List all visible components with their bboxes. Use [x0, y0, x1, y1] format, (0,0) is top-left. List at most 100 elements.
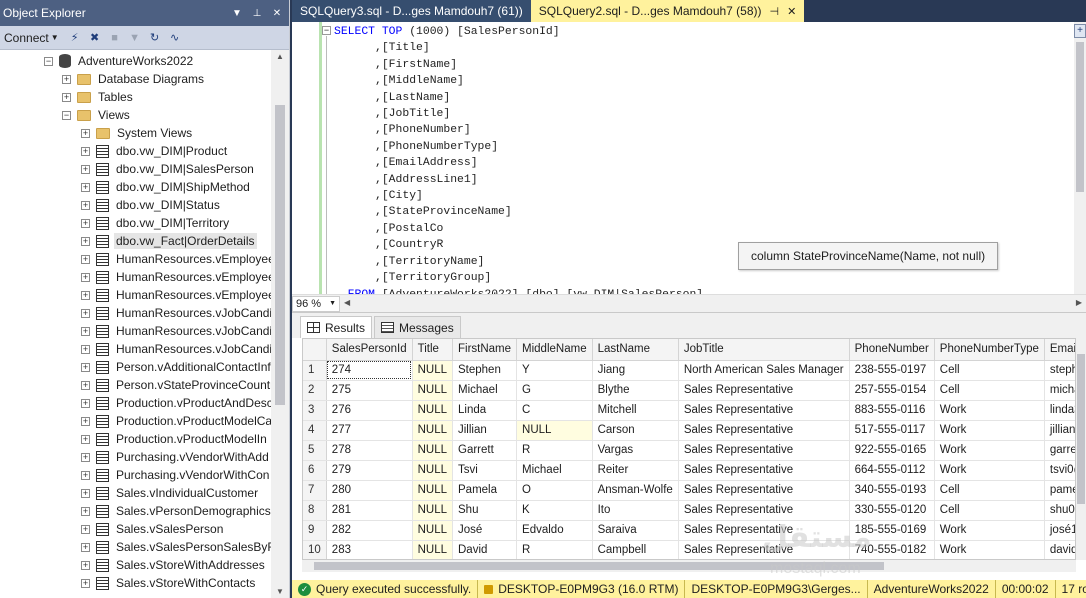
table-cell[interactable]: Work: [934, 440, 1045, 461]
collapse-icon[interactable]: −: [322, 26, 331, 35]
expand-icon[interactable]: +: [81, 380, 90, 390]
table-cell[interactable]: NULL: [412, 540, 454, 559]
column-header[interactable]: SalesPersonId: [326, 339, 413, 361]
expand-icon[interactable]: +: [81, 470, 90, 480]
table-cell[interactable]: Mitchell: [592, 400, 679, 421]
column-header[interactable]: [303, 339, 327, 361]
table-cell[interactable]: Garrett: [452, 440, 518, 461]
pin-icon[interactable]: ⊣: [770, 5, 780, 18]
tree-node[interactable]: + dbo.vw_DIM|ShipMethod: [81, 178, 252, 196]
table-cell[interactable]: Reiter: [592, 460, 679, 481]
table-cell[interactable]: Stephen: [452, 360, 518, 381]
table-cell[interactable]: Work: [934, 400, 1045, 421]
table-cell[interactable]: pamel: [1044, 480, 1075, 501]
expand-icon[interactable]: +: [81, 272, 90, 282]
table-row[interactable]: 10 283 NULL David R Campbell Sales Representat…: [303, 540, 1075, 559]
table-cell[interactable]: Work: [934, 520, 1045, 541]
table-cell[interactable]: NULL: [412, 460, 454, 481]
table-cell[interactable]: garret: [1044, 440, 1075, 461]
tree-node[interactable]: + Production.vProductAndDesc: [81, 394, 271, 412]
table-cell[interactable]: Shu: [452, 500, 518, 521]
table-cell[interactable]: Edvaldo: [516, 520, 593, 541]
tree-node[interactable]: + HumanResources.vJobCandic: [81, 340, 271, 358]
table-cell[interactable]: 185-555-0169: [849, 520, 935, 541]
table-cell[interactable]: Pamela: [452, 480, 518, 501]
stop-icon[interactable]: ■: [107, 30, 123, 46]
pin-icon[interactable]: ⊥: [249, 8, 265, 19]
expand-icon[interactable]: +: [81, 488, 90, 498]
row-number[interactable]: 3: [303, 400, 327, 421]
dropdown-icon[interactable]: ▼: [229, 8, 245, 19]
tree-node[interactable]: + HumanResources.vEmployee: [81, 250, 271, 268]
expand-icon[interactable]: +: [81, 398, 90, 408]
filter-icon[interactable]: ▼: [127, 30, 143, 46]
table-cell[interactable]: 517-555-0117: [849, 420, 935, 441]
tab-sqlquery2[interactable]: SQLQuery2.sql - D...ges Mamdouh7 (58)) ⊣…: [530, 0, 805, 22]
table-cell[interactable]: 274: [326, 360, 413, 381]
table-cell[interactable]: josé1@: [1044, 520, 1075, 541]
activity-monitor-icon[interactable]: ∿: [167, 30, 183, 46]
row-number[interactable]: 4: [303, 420, 327, 441]
row-number[interactable]: 7: [303, 480, 327, 501]
editor-horizontal-scrollbar[interactable]: ◀ ▶: [340, 295, 1086, 313]
table-row[interactable]: 9 282 NULL José Edvaldo Saraiva Sales Represen…: [303, 520, 1075, 541]
table-cell[interactable]: Work: [934, 420, 1045, 441]
table-cell[interactable]: tsvi0@: [1044, 460, 1075, 481]
table-cell[interactable]: David: [452, 540, 518, 559]
table-row[interactable]: 4 277 NULL Jillian NULL Carson Sales Represent…: [303, 420, 1075, 441]
expand-icon[interactable]: +: [81, 200, 90, 210]
row-number[interactable]: 5: [303, 440, 327, 461]
expand-icon[interactable]: +: [81, 128, 90, 138]
table-cell[interactable]: NULL: [412, 360, 454, 381]
table-cell[interactable]: 883-555-0116: [849, 400, 935, 421]
table-cell[interactable]: Sales Representative: [678, 480, 850, 501]
table-cell[interactable]: Michael: [452, 380, 518, 401]
expand-icon[interactable]: +: [81, 344, 90, 354]
tree-node[interactable]: + Sales.vStoreWithContacts: [81, 574, 257, 592]
tree-node[interactable]: − AdventureWorks2022: [44, 52, 195, 70]
column-header[interactable]: EmailA: [1044, 339, 1075, 361]
editor-scrollbar[interactable]: [1074, 22, 1086, 294]
table-cell[interactable]: Work: [934, 460, 1045, 481]
table-cell[interactable]: 257-555-0154: [849, 380, 935, 401]
table-cell[interactable]: O: [516, 480, 593, 501]
scroll-thumb[interactable]: [275, 105, 285, 405]
collapse-icon[interactable]: −: [62, 110, 71, 120]
table-cell[interactable]: NULL: [412, 420, 454, 441]
table-row[interactable]: 1 274 NULL Stephen Y Jiang North American Sale…: [303, 360, 1075, 381]
expand-icon[interactable]: +: [62, 74, 71, 84]
table-cell[interactable]: Vargas: [592, 440, 679, 461]
table-cell[interactable]: NULL: [412, 480, 454, 501]
tree-node[interactable]: + System Views: [81, 124, 194, 142]
table-cell[interactable]: Ito: [592, 500, 679, 521]
table-cell[interactable]: Cell: [934, 480, 1045, 501]
tab-messages[interactable]: Messages: [374, 316, 461, 338]
table-cell[interactable]: R: [516, 440, 593, 461]
table-cell[interactable]: 664-555-0112: [849, 460, 935, 481]
table-cell[interactable]: Work: [934, 540, 1045, 559]
table-cell[interactable]: 281: [326, 500, 413, 521]
expand-icon[interactable]: +: [81, 218, 90, 228]
tree-node[interactable]: + Person.vAdditionalContactInf: [81, 358, 271, 376]
expand-icon[interactable]: +: [81, 362, 90, 372]
query-editor[interactable]: − SELECT TOP (1000) [SalesPersonId] ,[Ti…: [292, 22, 1086, 294]
tree-node[interactable]: + dbo.vw_Fact|OrderDetails: [81, 232, 257, 250]
expand-icon[interactable]: +: [81, 236, 90, 246]
table-cell[interactable]: North American Sales Manager: [678, 360, 850, 381]
tree-node[interactable]: + Purchasing.vVendorWithCon: [81, 466, 271, 484]
column-header[interactable]: LastName: [592, 339, 679, 361]
scroll-up-icon[interactable]: ▲: [271, 52, 289, 61]
expand-icon[interactable]: +: [81, 182, 90, 192]
table-cell[interactable]: K: [516, 500, 593, 521]
table-cell[interactable]: 280: [326, 480, 413, 501]
expand-icon[interactable]: +: [81, 416, 90, 426]
tree-node[interactable]: + Sales.vPersonDemographics: [81, 502, 271, 520]
tree-node[interactable]: + dbo.vw_DIM|Status: [81, 196, 222, 214]
expand-icon[interactable]: +: [81, 434, 90, 444]
table-cell[interactable]: C: [516, 400, 593, 421]
table-cell[interactable]: Sales Representative: [678, 540, 850, 559]
expand-icon[interactable]: +: [81, 560, 90, 570]
row-number[interactable]: 2: [303, 380, 327, 401]
column-header[interactable]: PhoneNumberType: [934, 339, 1045, 361]
table-cell[interactable]: linda3: [1044, 400, 1075, 421]
